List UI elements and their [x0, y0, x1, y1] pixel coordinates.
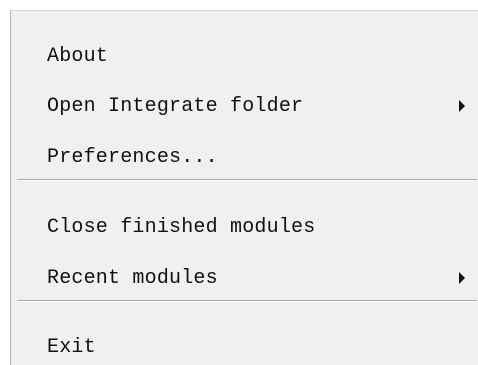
menu-item-label: Close finished modules	[47, 215, 316, 239]
menu-item-label: Recent modules	[47, 266, 218, 290]
menu-item-close-finished-modules[interactable]: Close finished modules	[11, 209, 477, 245]
menu-item-label: Exit	[47, 335, 96, 359]
page: About Open Integrate folder Preferences.…	[0, 0, 478, 365]
menu-item-preferences[interactable]: Preferences...	[11, 139, 477, 175]
submenu-arrow-icon	[459, 100, 465, 112]
menu-separator	[17, 179, 477, 181]
context-menu: About Open Integrate folder Preferences.…	[10, 10, 478, 365]
menu-item-open-integrate-folder[interactable]: Open Integrate folder	[11, 88, 477, 124]
menu-item-about[interactable]: About	[11, 38, 477, 74]
menu-item-exit[interactable]: Exit	[11, 329, 477, 365]
menu-item-label: Open Integrate folder	[47, 94, 304, 118]
menu-item-label: Preferences...	[47, 145, 218, 169]
menu-separator	[17, 300, 477, 302]
submenu-arrow-icon	[459, 272, 465, 284]
menu-item-recent-modules[interactable]: Recent modules	[11, 260, 477, 296]
menu-item-label: About	[47, 44, 109, 68]
